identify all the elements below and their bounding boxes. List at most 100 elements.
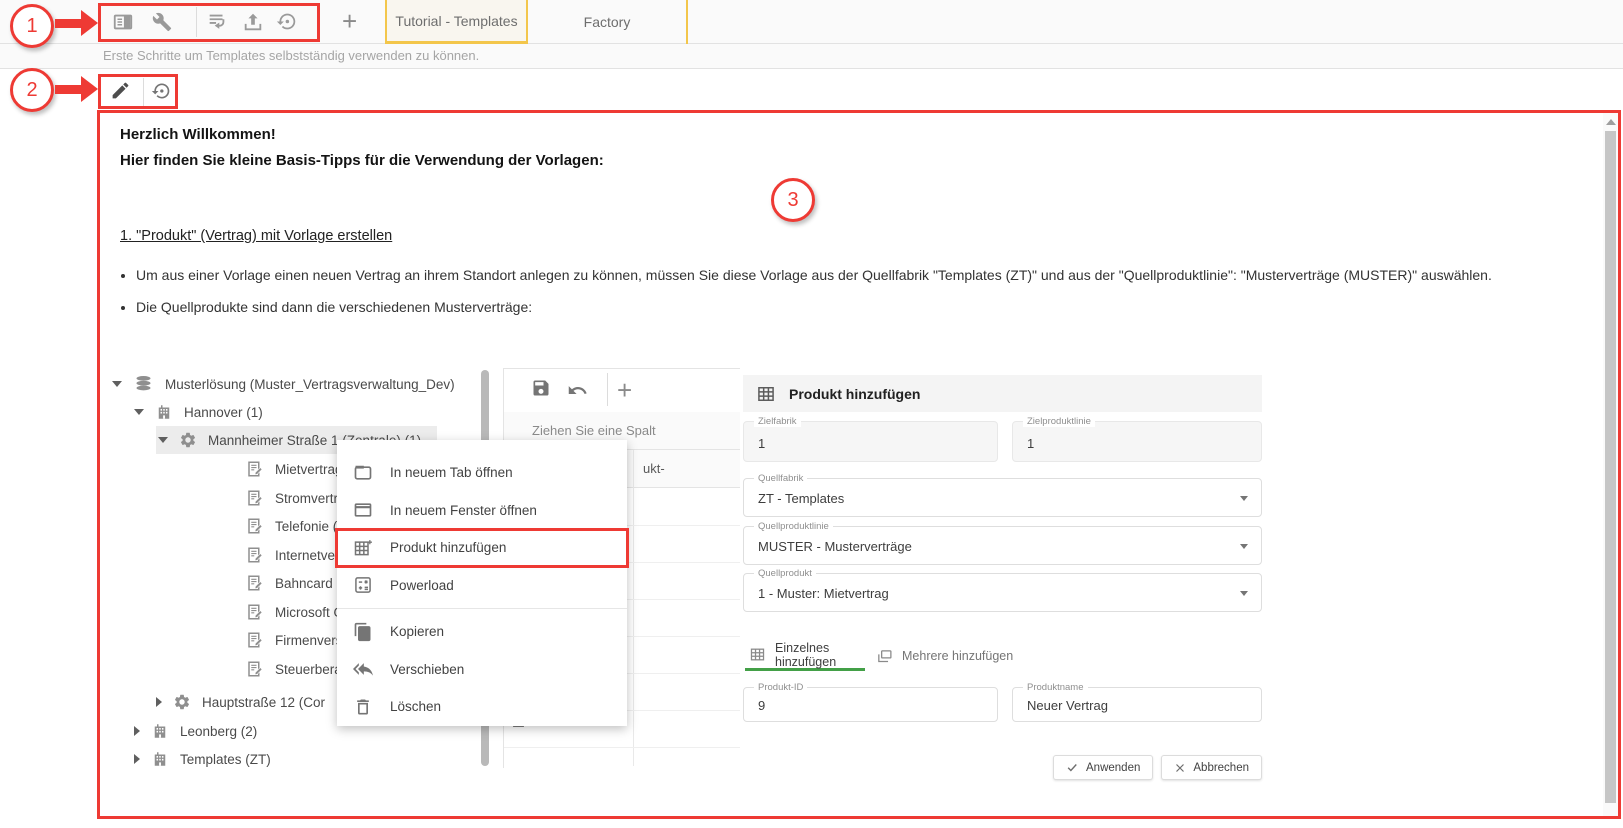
grid-add-button[interactable]: + [617,375,632,406]
menu-item-label: Löschen [390,699,441,714]
menu-item-label: Produkt hinzufügen [390,540,506,555]
menu-item-copy[interactable]: Kopieren [337,613,627,651]
tree-item-hauptstrasse[interactable]: Hauptstraße 12 (Cor [156,688,325,716]
restore-icon[interactable] [151,81,171,101]
stacked-windows-icon [876,648,893,665]
tree-item-hannover[interactable]: Hannover (1) [134,398,263,426]
open-window-icon [353,500,373,520]
apply-button-label: Anwenden [1086,762,1140,774]
contract-icon [246,489,264,507]
tab-einzelnes-hinzufuegen[interactable]: Einzelnes hinzufügen [745,641,865,671]
grid-row-line [504,747,740,748]
chevron-down-icon[interactable] [1240,496,1248,501]
field-label: Quellfabrik [754,473,807,484]
caret-right-icon[interactable] [134,754,140,764]
restore-icon[interactable] [276,11,297,32]
add-product-grid-icon [353,538,373,558]
upload-icon[interactable] [242,11,264,33]
tip-item: Um aus einer Vorlage einen neuen Vertrag… [136,264,1510,288]
grid-column-divider [633,450,634,766]
tree-item-telefonie[interactable]: Telefonie (3) [246,512,349,540]
section-title: 1. "Produkt" (Vertrag) mit Vorlage erste… [120,228,392,244]
quellprodukt-dropdown[interactable]: Quellprodukt 1 - Muster: Mietvertrag [743,573,1262,612]
edit-icon[interactable] [110,80,131,101]
produkt-id-field[interactable]: Produkt-ID 9 [743,687,998,722]
field-label: Quellproduktlinie [754,521,833,532]
form-buttons: Anwenden Abbrechen [1053,755,1262,780]
content-scrollbar-thumb[interactable] [1605,131,1616,803]
menu-item-delete[interactable]: Löschen [337,688,627,726]
tree-item-label: Hauptstraße 12 (Cor [202,695,325,710]
apply-button[interactable]: Anwenden [1053,755,1153,780]
menu-divider [337,608,627,609]
form-tab-label: Einzelnes hinzufügen [775,641,855,669]
apply-list-icon[interactable] [206,11,228,33]
menu-item-move[interactable]: Verschieben [337,651,627,689]
contract-icon [246,603,264,621]
context-menu: In neuem Tab öffnen In neuem Fenster öff… [337,440,627,726]
menu-item-open-tab[interactable]: In neuem Tab öffnen [337,454,627,492]
tree-item-musterloesung[interactable]: Musterlösung (Muster_Vertragsverwaltung_… [112,370,455,398]
add-tab-button[interactable]: + [342,6,357,37]
produktname-field[interactable]: Produktname Neuer Vertrag [1012,687,1262,722]
open-tab-icon [353,463,373,483]
caret-right-icon[interactable] [134,726,140,736]
field-label: Zielfabrik [754,416,801,427]
gear-icon [173,693,191,711]
wrench-icon[interactable] [152,12,172,32]
field-label: Produkt-ID [754,682,807,693]
contract-icon [246,546,264,564]
caret-down-icon[interactable] [112,381,122,387]
tree-item-label: Hannover (1) [184,405,263,420]
drop-hint-text: Ziehen Sie eine Spalt [532,423,656,438]
contract-icon [246,517,264,535]
grid-column-header-text: ukt- [643,461,665,476]
field-value: Neuer Vertrag [1027,698,1108,713]
annotation-circle-3: 3 [771,178,815,222]
detail-view-icon[interactable] [112,11,134,33]
field-value: MUSTER - Musterverträge [758,539,912,554]
annotation-arrowhead-1 [81,10,98,36]
move-icon [353,659,373,679]
field-label: Zielproduktlinie [1023,416,1095,427]
form-title: Produkt hinzufügen [789,386,920,402]
tree-item-leonberg[interactable]: Leonberg (2) [134,717,257,745]
caret-down-icon[interactable] [158,437,168,443]
copy-icon [353,622,373,642]
caret-down-icon[interactable] [134,409,144,415]
building-icon [151,750,169,768]
welcome-heading: Herzlich Willkommen! [120,126,276,143]
menu-item-powerload[interactable]: Powerload [337,567,627,605]
cancel-button-label: Abbrechen [1193,762,1249,774]
menu-item-open-window[interactable]: In neuem Fenster öffnen [337,492,627,530]
caret-right-icon[interactable] [156,697,162,707]
field-value: ZT - Templates [758,491,844,506]
menu-item-add-product[interactable]: Produkt hinzufügen [337,529,627,567]
contract-icon [246,460,264,478]
tab-tutorial-templates[interactable]: Tutorial - Templates [385,0,528,44]
save-icon[interactable] [531,378,551,398]
tab-mehrere-hinzufuegen[interactable]: Mehrere hinzufügen [876,641,1013,671]
trash-icon [353,697,373,717]
grid-panel-border [503,368,740,369]
cancel-button[interactable]: Abbrechen [1161,755,1262,780]
menu-item-label: Verschieben [390,662,464,677]
chevron-down-icon[interactable] [1240,591,1248,596]
gear-icon [179,431,197,449]
field-value: 1 [1027,436,1034,451]
building-icon [155,403,173,421]
quellfabrik-dropdown[interactable]: Quellfabrik ZT - Templates [743,478,1262,517]
table-grid-icon [749,646,766,663]
scrollbar-up-arrow-icon[interactable] [1606,119,1616,125]
annotation-arrow-2 [55,85,83,94]
field-value: 1 - Muster: Mietvertrag [758,586,889,601]
undo-icon[interactable] [567,380,588,401]
annotation-arrow-1 [55,19,83,28]
quellproduktlinie-dropdown[interactable]: Quellproduktlinie MUSTER - Musterverträg… [743,526,1262,565]
annotation-circle-1: 1 [10,4,54,48]
menu-item-label: Powerload [390,578,454,593]
chevron-down-icon[interactable] [1240,544,1248,549]
menu-item-label: In neuem Tab öffnen [390,465,513,480]
tab-factory[interactable]: Factory [528,0,688,44]
tree-item-templates-zt[interactable]: Templates (ZT) [134,745,271,773]
